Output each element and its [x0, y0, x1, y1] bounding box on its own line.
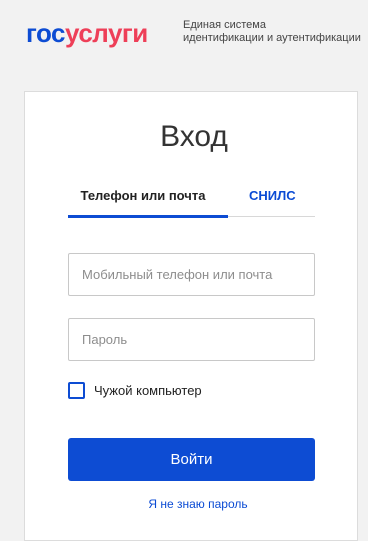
- header: госуслуги Единая система идентификации и…: [0, 0, 368, 70]
- tab-phone-or-email[interactable]: Телефон или почта: [68, 188, 218, 203]
- login-tabs: Телефон или почта СНИЛС: [68, 178, 315, 218]
- foreign-computer-label: Чужой компьютер: [94, 383, 202, 398]
- forgot-password-link[interactable]: Я не знаю пароль: [14, 497, 368, 511]
- system-tagline: Единая система идентификации и аутентифи…: [183, 19, 361, 45]
- phone-or-email-input[interactable]: [68, 253, 315, 296]
- tagline-line-2: идентификации и аутентификации: [183, 32, 361, 44]
- page-title: Вход: [160, 120, 228, 153]
- active-tab-indicator: [68, 215, 228, 218]
- foreign-computer-checkbox[interactable]: [68, 382, 85, 399]
- logo-part-gos: гос: [26, 18, 66, 48]
- tab-snils[interactable]: СНИЛС: [249, 188, 296, 203]
- logo-part-uslugi: услуги: [65, 18, 148, 48]
- password-input[interactable]: [68, 318, 315, 361]
- gosuslugi-logo[interactable]: госуслуги: [26, 20, 148, 46]
- login-button[interactable]: Войти: [68, 438, 315, 481]
- tagline-line-1: Единая система: [183, 19, 266, 31]
